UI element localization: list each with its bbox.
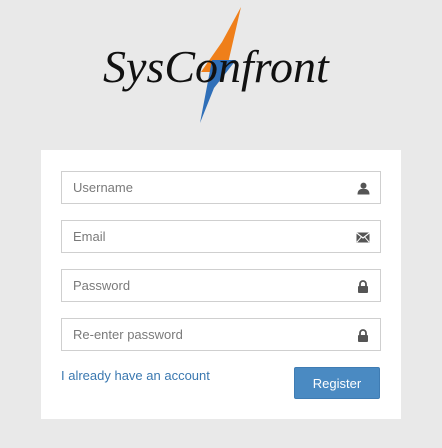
login-link[interactable]: I already have an account (61, 368, 210, 383)
username-field (61, 171, 381, 204)
confirm-password-field (61, 318, 381, 351)
lock-icon (356, 279, 370, 293)
confirm-password-input[interactable] (62, 319, 380, 350)
register-button[interactable]: Register (294, 367, 380, 399)
username-input[interactable] (62, 172, 380, 203)
email-input[interactable] (62, 221, 380, 252)
user-icon (356, 181, 370, 195)
lock-icon (356, 328, 370, 342)
password-field (61, 269, 381, 302)
logo-wordmark: SysConfront (103, 41, 330, 92)
brand-logo: SysConfront (0, 0, 442, 130)
logo-graphic: SysConfront (103, 7, 330, 123)
register-panel: I already have an account Register (41, 150, 401, 419)
email-field (61, 220, 381, 253)
password-input[interactable] (62, 270, 380, 301)
envelope-icon (356, 230, 370, 244)
